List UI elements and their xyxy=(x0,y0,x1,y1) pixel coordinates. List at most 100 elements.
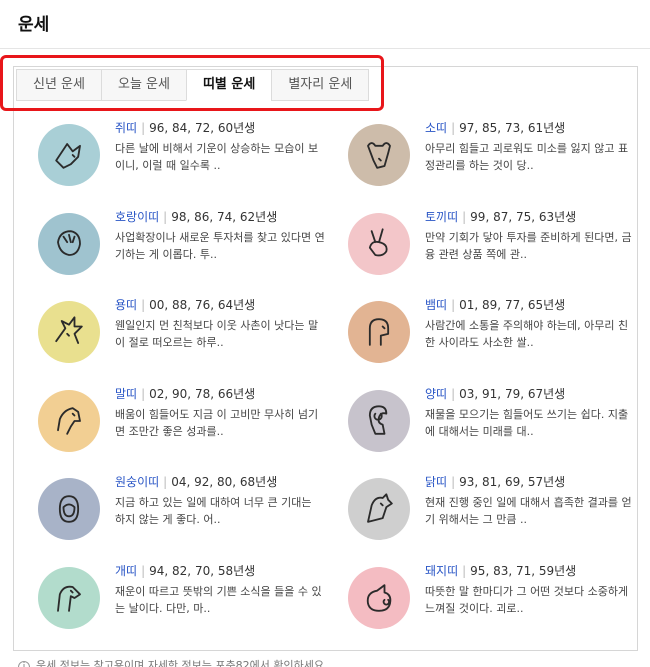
pig-icon[interactable] xyxy=(348,566,410,629)
zodiac-title-line: 돼지띠 | 95, 83, 71, 59년생 xyxy=(425,563,635,580)
footer-text: 운세 정보는 참고용이며 자세한 정보는 포춘82에서 확인하세요 xyxy=(36,659,324,667)
page-title: 운세 xyxy=(18,15,50,35)
separator: | xyxy=(451,298,456,312)
zodiac-title-line: 토끼띠 | 99, 87, 75, 63년생 xyxy=(425,209,635,226)
zodiac-item[interactable]: 소띠 | 97, 85, 73, 61년생아무리 힘들고 괴로워도 미소를 잃지 않… xyxy=(348,120,638,209)
zodiac-info: 용띠 | 00, 88, 76, 64년생웬일인지 먼 친척보다 이웃 사촌이 낫다… xyxy=(115,297,325,351)
zodiac-title-line: 원숭이띠 | 04, 92, 80, 68년생 xyxy=(115,474,325,491)
ox-icon[interactable] xyxy=(348,124,410,186)
sheep-icon[interactable] xyxy=(348,389,410,452)
footer-note: i 운세 정보는 참고용이며 자세한 정보는 포춘82에서 확인하세요 xyxy=(18,657,324,667)
zodiac-description[interactable]: 사람간에 소통을 주의해야 하는데, 아무리 친한 사이라도 사소한 쌀.. xyxy=(425,317,635,351)
rat-icon[interactable] xyxy=(38,124,100,186)
rabbit-icon[interactable] xyxy=(348,212,410,275)
zodiac-years: 02, 90, 78, 66년생 xyxy=(149,386,256,401)
zodiac-description[interactable]: 아무리 힘들고 괴로워도 미소를 잃지 않고 표정관리를 하는 것이 당.. xyxy=(425,140,635,174)
zodiac-years: 99, 87, 75, 63년생 xyxy=(470,209,577,224)
separator: | xyxy=(141,298,146,312)
zodiac-name-link[interactable]: 양띠 xyxy=(425,387,447,401)
zodiac-name-link[interactable]: 말띠 xyxy=(115,387,137,401)
zodiac-item[interactable]: 호랑이띠 | 98, 86, 74, 62년생사업확장이나 새로운 투자처를 찾고 … xyxy=(38,209,348,298)
zodiac-info: 토끼띠 | 99, 87, 75, 63년생만약 기회가 닿아 투자를 준비하게 된… xyxy=(425,209,635,263)
zodiac-title-line: 말띠 | 02, 90, 78, 66년생 xyxy=(115,386,325,403)
zodiac-item[interactable]: 개띠 | 94, 82, 70, 58년생재운이 따르고 뜻밖의 기쁜 소식을 들을… xyxy=(38,563,348,652)
zodiac-info: 말띠 | 02, 90, 78, 66년생배움이 힘들어도 지금 이 고비만 무사히… xyxy=(115,386,325,440)
zodiac-title-line: 소띠 | 97, 85, 73, 61년생 xyxy=(425,120,635,137)
zodiac-title-line: 닭띠 | 93, 81, 69, 57년생 xyxy=(425,474,635,491)
zodiac-name-link[interactable]: 뱀띠 xyxy=(425,298,447,312)
zodiac-description[interactable]: 배움이 힘들어도 지금 이 고비만 무사히 넘기면 조만간 좋은 성과를.. xyxy=(115,406,325,440)
zodiac-item[interactable]: 용띠 | 00, 88, 76, 64년생웬일인지 먼 친척보다 이웃 사촌이 낫다… xyxy=(38,297,348,386)
zodiac-description[interactable]: 사업확장이나 새로운 투자처를 찾고 있다면 연기하는 게 이롭다. 투.. xyxy=(115,229,325,263)
zodiac-title-line: 양띠 | 03, 91, 79, 67년생 xyxy=(425,386,635,403)
separator: | xyxy=(141,386,146,401)
zodiac-name-link[interactable]: 용띠 xyxy=(115,298,137,312)
zodiac-info: 원숭이띠 | 04, 92, 80, 68년생지금 하고 있는 일에 대하여 너무 … xyxy=(115,474,325,528)
info-icon: i xyxy=(18,661,30,667)
rooster-icon[interactable] xyxy=(348,478,410,540)
separator: | xyxy=(462,209,467,224)
separator: | xyxy=(451,386,456,401)
horse-icon[interactable] xyxy=(38,389,100,452)
zodiac-grid: 쥐띠 | 96, 84, 72, 60년생 다른 날에 비해서 기운이 상승하는 모습… xyxy=(38,120,638,651)
zodiac-description[interactable]: 다른 날에 비해서 기운이 상승하는 모습이 보이니, 이럴 때 일수록 .. xyxy=(115,140,325,174)
zodiac-years: 94, 82, 70, 58년생 xyxy=(149,563,256,578)
zodiac-item[interactable]: 쥐띠 | 96, 84, 72, 60년생다른 날에 비해서 기운이 상승하는 모습… xyxy=(38,120,348,209)
zodiac-info: 뱀띠 | 01, 89, 77, 65년생 사람간에 소통을 주의해야 하는데, 아무… xyxy=(425,297,635,351)
zodiac-item[interactable]: 말띠 | 02, 90, 78, 66년생배움이 힘들어도 지금 이 고비만 무사히… xyxy=(38,386,348,475)
zodiac-info: 양띠 | 03, 91, 79, 67년생 재물을 모으기는 힘들어도 쓰기는 쉽다.… xyxy=(425,386,635,440)
zodiac-title-line: 용띠 | 00, 88, 76, 64년생 xyxy=(115,297,325,314)
zodiac-description[interactable]: 재운이 따르고 뜻밖의 기쁜 소식을 들을 수 있는 날이다. 다만, 마.. xyxy=(115,583,325,617)
dog-icon[interactable] xyxy=(38,566,100,629)
zodiac-description[interactable]: 현재 진행 중인 일에 대해서 흡족한 결과를 얻기 위해서는 그 만큼 .. xyxy=(425,494,635,528)
zodiac-title-line: 개띠 | 94, 82, 70, 58년생 xyxy=(115,563,325,580)
zodiac-name-link[interactable]: 쥐띠 xyxy=(115,121,137,135)
zodiac-years: 96, 84, 72, 60년생 xyxy=(149,121,256,135)
zodiac-years: 97, 85, 73, 61년생 xyxy=(459,121,566,135)
zodiac-description[interactable]: 웬일인지 먼 친척보다 이웃 사촌이 낫다는 말이 절로 떠오르는 하루.. xyxy=(115,317,325,351)
zodiac-years: 04, 92, 80, 68년생 xyxy=(171,475,278,489)
zodiac-title-line: 호랑이띠 | 98, 86, 74, 62년생 xyxy=(115,209,325,226)
zodiac-item[interactable]: 양띠 | 03, 91, 79, 67년생 재물을 모으기는 힘들어도 쓰기는 쉽다.… xyxy=(348,386,638,475)
zodiac-years: 00, 88, 76, 64년생 xyxy=(149,298,256,312)
snake-icon[interactable] xyxy=(348,301,410,363)
zodiac-description[interactable]: 만약 기회가 닿아 투자를 준비하게 된다면, 금융 관련 상품 쪽에 관.. xyxy=(425,229,635,263)
separator: | xyxy=(462,563,467,578)
zodiac-item[interactable]: 토끼띠 | 99, 87, 75, 63년생만약 기회가 닿아 투자를 준비하게 된… xyxy=(348,209,638,298)
separator: | xyxy=(163,209,168,224)
separator: | xyxy=(451,121,456,135)
zodiac-name-link[interactable]: 닭띠 xyxy=(425,475,447,489)
zodiac-description[interactable]: 재물을 모으기는 힘들어도 쓰기는 쉽다. 지출에 대해서는 미래를 대.. xyxy=(425,406,635,440)
zodiac-title-line: 뱀띠 | 01, 89, 77, 65년생 xyxy=(425,297,635,314)
zodiac-item[interactable]: 닭띠 | 93, 81, 69, 57년생현재 진행 중인 일에 대해서 흡족한 결… xyxy=(348,474,638,563)
zodiac-name-link[interactable]: 소띠 xyxy=(425,121,447,135)
zodiac-info: 호랑이띠 | 98, 86, 74, 62년생사업확장이나 새로운 투자처를 찾고 … xyxy=(115,209,325,263)
zodiac-name-link[interactable]: 개띠 xyxy=(115,564,137,578)
separator: | xyxy=(451,475,456,489)
tiger-icon[interactable] xyxy=(38,212,100,275)
zodiac-name-link[interactable]: 원숭이띠 xyxy=(115,475,159,489)
zodiac-name-link[interactable]: 호랑이띠 xyxy=(115,210,159,224)
separator: | xyxy=(141,121,146,135)
zodiac-item[interactable]: 뱀띠 | 01, 89, 77, 65년생 사람간에 소통을 주의해야 하는데, 아무… xyxy=(348,297,638,386)
zodiac-item[interactable]: 원숭이띠 | 04, 92, 80, 68년생지금 하고 있는 일에 대하여 너무 … xyxy=(38,474,348,563)
zodiac-title-line: 쥐띠 | 96, 84, 72, 60년생 xyxy=(115,120,325,137)
zodiac-years: 93, 81, 69, 57년생 xyxy=(459,475,566,489)
separator: | xyxy=(141,563,146,578)
zodiac-years: 95, 83, 71, 59년생 xyxy=(470,563,577,578)
header-divider xyxy=(0,48,650,49)
zodiac-description[interactable]: 따뜻한 말 한마디가 그 어떤 것보다 소중하게 느껴질 것이다. 괴로.. xyxy=(425,583,635,617)
zodiac-name-link[interactable]: 돼지띠 xyxy=(425,564,458,578)
monkey-icon[interactable] xyxy=(38,478,100,540)
tab-highlight-box xyxy=(0,55,384,111)
zodiac-info: 개띠 | 94, 82, 70, 58년생재운이 따르고 뜻밖의 기쁜 소식을 들을… xyxy=(115,563,325,617)
dragon-icon[interactable] xyxy=(38,301,100,363)
separator: | xyxy=(163,475,168,489)
zodiac-name-link[interactable]: 토끼띠 xyxy=(425,210,458,224)
zodiac-years: 98, 86, 74, 62년생 xyxy=(171,209,278,224)
zodiac-item[interactable]: 돼지띠 | 95, 83, 71, 59년생따뜻한 말 한마디가 그 어떤 것보다 … xyxy=(348,563,638,652)
zodiac-description[interactable]: 지금 하고 있는 일에 대하여 너무 큰 기대는 하지 않는 게 좋다. 어.. xyxy=(115,494,325,528)
zodiac-info: 소띠 | 97, 85, 73, 61년생아무리 힘들고 괴로워도 미소를 잃지 않… xyxy=(425,120,635,174)
zodiac-info: 돼지띠 | 95, 83, 71, 59년생따뜻한 말 한마디가 그 어떤 것보다 … xyxy=(425,563,635,617)
zodiac-info: 쥐띠 | 96, 84, 72, 60년생다른 날에 비해서 기운이 상승하는 모습… xyxy=(115,120,325,174)
